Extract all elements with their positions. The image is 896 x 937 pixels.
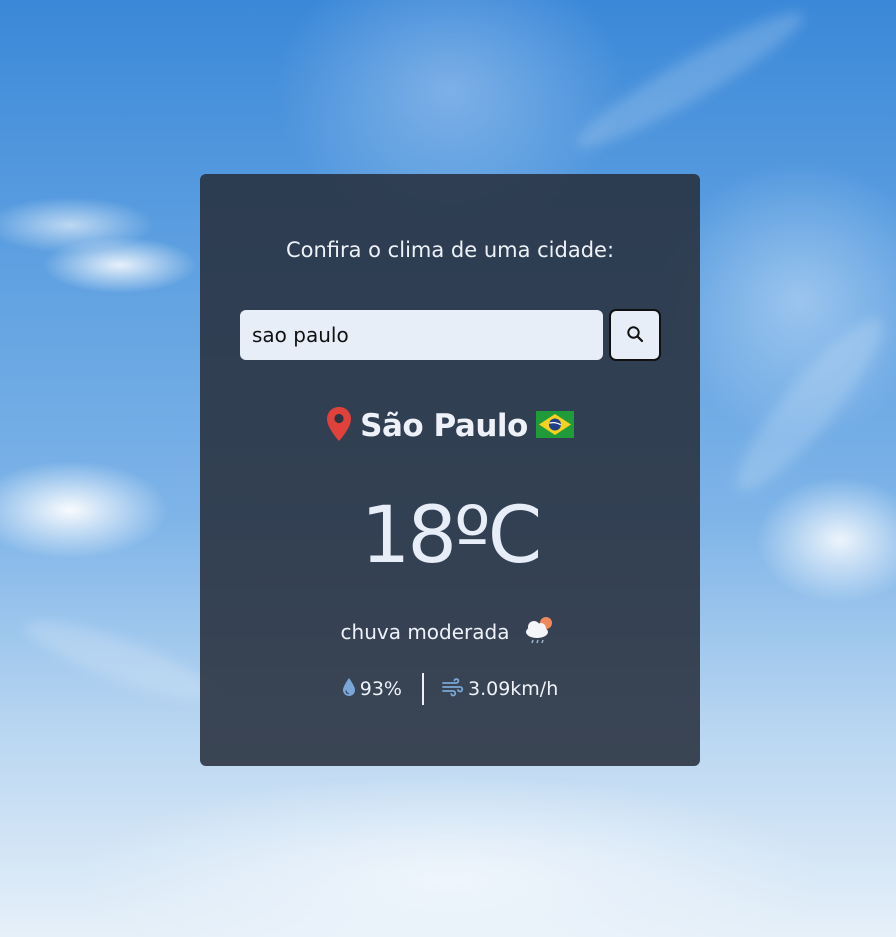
brazil-flag-icon bbox=[535, 410, 574, 442]
city-search-input[interactable] bbox=[240, 310, 603, 360]
temperature: 18ºC bbox=[360, 491, 542, 581]
search-button[interactable] bbox=[609, 309, 661, 361]
description-row: chuva moderada bbox=[200, 612, 700, 652]
wind-value: 3.09km/h bbox=[467, 678, 559, 700]
wind-icon bbox=[442, 677, 464, 702]
humidity-detail: 93% bbox=[342, 677, 402, 702]
wind-detail: 3.09km/h bbox=[442, 677, 558, 702]
page-title: Confira o clima de uma cidade: bbox=[285, 238, 615, 262]
humidity-value: 93% bbox=[359, 678, 402, 700]
location-row: São Paulo bbox=[200, 404, 700, 448]
weather-description: chuva moderada bbox=[340, 620, 510, 644]
map-pin-icon bbox=[326, 406, 352, 446]
water-drop-icon bbox=[342, 677, 356, 702]
search-icon bbox=[626, 325, 644, 346]
details-divider bbox=[421, 673, 424, 705]
cloud-rain-sun-icon bbox=[521, 613, 559, 651]
details-row: 93% 3.09km/h bbox=[200, 672, 700, 706]
city-name: São Paulo bbox=[360, 408, 528, 444]
